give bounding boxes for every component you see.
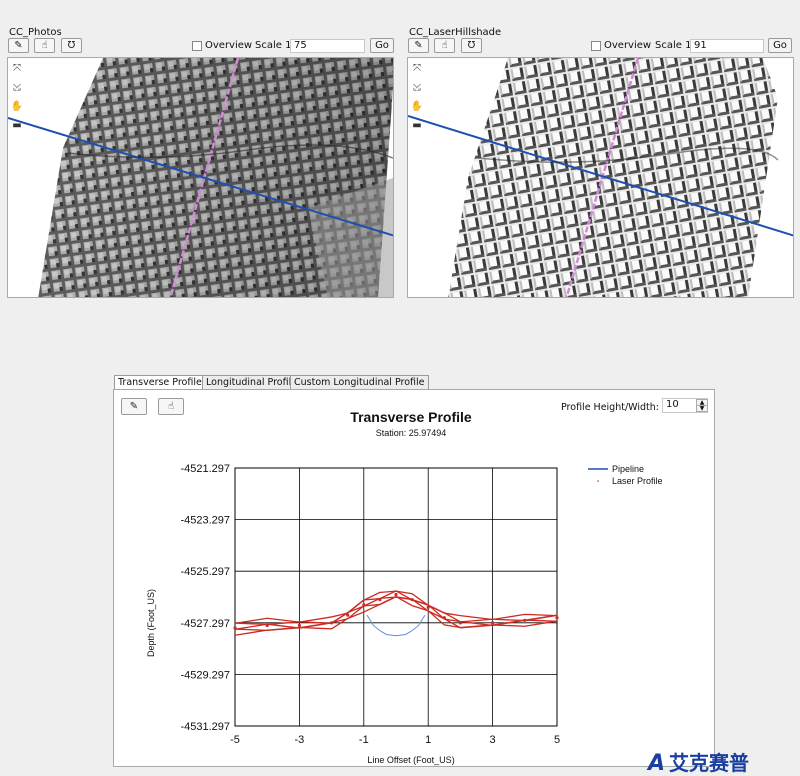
left-map-view[interactable]: ⤧ ⤩ ✋ ▬: [7, 57, 394, 298]
zoom-extent-icon[interactable]: ⤧: [410, 62, 424, 76]
laser-profile-point: [394, 592, 398, 597]
y-tick-label: -4523.297: [180, 515, 230, 527]
laser-profile-point: [523, 618, 527, 622]
right-overview-label: Overview: [604, 40, 652, 51]
profile-panel: ✎ ☝ Profile Height/Width: 10 ▲ ▼ Transve…: [113, 389, 715, 767]
pipeline-series: [366, 614, 426, 637]
y-axis-label: Depth (Foot_US): [146, 589, 156, 657]
measure-icon[interactable]: ▬: [10, 119, 24, 133]
measure-icon[interactable]: ▬: [410, 119, 424, 133]
hillshade-map-canvas: [408, 58, 793, 297]
x-tick-label: 5: [554, 734, 560, 746]
edit-button[interactable]: ✎: [408, 38, 429, 53]
zoom-in-icon[interactable]: ⤩: [10, 81, 24, 95]
laser-profile-point: [330, 621, 334, 625]
laser-profile-point: [346, 613, 350, 617]
pan-hand-icon[interactable]: ✋: [410, 100, 424, 114]
laser-profile-point: [442, 616, 446, 620]
transverse-profile-chart: Transverse Profile Station: 25.97494 -45…: [146, 409, 663, 765]
x-tick-label: -5: [230, 734, 240, 746]
laser-profile-point: [458, 621, 462, 625]
laser-profile-point: [378, 598, 382, 602]
left-overview-checkbox[interactable]: [192, 41, 202, 51]
tab-custom-longitudinal-profile[interactable]: Custom Longitudinal Profile: [290, 375, 429, 389]
edit-icon: ✎: [14, 40, 23, 51]
photo-map-canvas: [8, 58, 393, 297]
y-tick-labels: -4521.297 -4523.297 -4525.297 -4527.297 -452…: [180, 463, 230, 733]
right-overview-checkbox[interactable]: [591, 41, 601, 51]
chart-title: Transverse Profile: [350, 409, 472, 425]
y-tick-label: -4531.297: [180, 721, 230, 733]
right-go-button[interactable]: Go: [768, 38, 792, 53]
magnet-icon: Ʊ: [67, 40, 76, 51]
chart-legend: Pipeline Laser Profile: [588, 464, 663, 486]
right-map-tools: ⤧ ⤩ ✋ ▬: [410, 62, 426, 138]
chart-subtitle: Station: 25.97494: [376, 428, 447, 438]
laser-profile-point: [555, 616, 559, 620]
left-map-tools: ⤧ ⤩ ✋ ▬: [10, 62, 26, 138]
right-map-view[interactable]: ⤧ ⤩ ✋ ▬: [407, 57, 794, 298]
magnet-icon: Ʊ: [467, 40, 476, 51]
laser-profile-point: [265, 623, 269, 628]
snap-button[interactable]: Ʊ: [461, 38, 482, 53]
y-tick-label: -4527.297: [180, 618, 230, 630]
identify-button[interactable]: ☝: [34, 38, 55, 53]
watermark-logo: A 艾克赛普: [648, 747, 749, 776]
x-tick-label: -1: [359, 734, 369, 746]
zoom-extent-icon[interactable]: ⤧: [10, 62, 24, 76]
logo-mark-icon: A: [648, 751, 666, 776]
tab-transverse-profile[interactable]: Transverse Profile: [114, 375, 206, 390]
x-tick-label: 1: [425, 734, 431, 746]
x-tick-label: 3: [490, 734, 496, 746]
right-scale-label: Scale 1:: [655, 40, 695, 51]
hand-pointer-icon: ☝: [41, 40, 48, 51]
snap-button[interactable]: Ʊ: [61, 38, 82, 53]
pipeline-line: [366, 614, 426, 637]
tab-longitudinal-profile[interactable]: Longitudinal Profile: [202, 375, 302, 389]
zoom-in-icon[interactable]: ⤩: [410, 81, 424, 95]
laser-profile-series: [233, 590, 559, 636]
laser-profile-point: [410, 598, 414, 602]
left-scale-input[interactable]: 75: [290, 39, 365, 53]
laser-profile-point: [491, 621, 495, 625]
laser-profile-point: [362, 603, 366, 607]
laser-profile-point: [426, 605, 430, 609]
left-panel-title: CC_Photos: [9, 27, 62, 38]
x-tick-labels: -5 -3 -1 1 3 5: [230, 734, 560, 746]
legend-laser-swatch: [597, 480, 599, 482]
y-tick-label: -4521.297: [180, 463, 230, 475]
legend-laser-label: Laser Profile: [612, 476, 663, 486]
hillshade-raster: [448, 58, 778, 297]
watermark-text: 艾克赛普: [669, 751, 750, 775]
x-axis-label: Line Offset (Foot_US): [367, 755, 454, 765]
x-tick-label: -3: [295, 734, 305, 746]
laser-profile-point: [297, 623, 301, 628]
hand-pointer-icon: ☝: [441, 40, 448, 51]
left-scale-label: Scale 1:: [255, 40, 295, 51]
laser-profile-point: [233, 626, 237, 630]
right-panel-title: CC_LaserHillshade: [409, 27, 502, 38]
laser-profile-band: [234, 596, 558, 630]
identify-button[interactable]: ☝: [434, 38, 455, 53]
legend-pipeline-label: Pipeline: [612, 464, 644, 474]
edit-icon: ✎: [414, 40, 423, 51]
y-tick-label: -4525.297: [180, 566, 230, 578]
y-tick-label: -4529.297: [180, 669, 230, 681]
right-scale-input[interactable]: 91: [690, 39, 764, 53]
edit-button[interactable]: ✎: [8, 38, 29, 53]
pan-hand-icon[interactable]: ✋: [10, 100, 24, 114]
left-overview-label: Overview: [205, 40, 253, 51]
left-go-button[interactable]: Go: [370, 38, 394, 53]
